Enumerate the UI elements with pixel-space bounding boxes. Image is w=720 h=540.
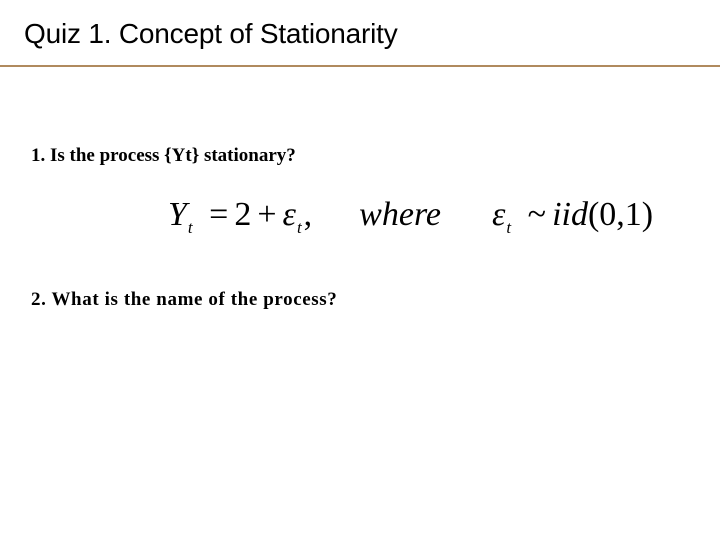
equation-condition-variable: ε <box>492 196 506 233</box>
equation: Yt = 2 + εt, where εt ~ iid(0,1) <box>168 196 654 237</box>
equation-equals: = <box>209 196 229 233</box>
question-1: 1. Is the process {Yt} stationary? <box>31 145 296 166</box>
equation-parameters: (0,1) <box>587 196 654 233</box>
equation-lhs-subscript: t <box>187 218 193 237</box>
slide-title: Quiz 1. Concept of Stationarity <box>24 18 398 49</box>
question-2: 2. What is the name of the process? <box>31 289 338 310</box>
equation-constant: 2 <box>234 196 252 233</box>
equation-error-subscript: t <box>296 218 302 237</box>
equation-condition-subscript: t <box>506 218 512 237</box>
title-divider <box>0 65 720 67</box>
equation-plus: + <box>257 196 277 233</box>
equation-error-variable: ε <box>282 196 296 233</box>
equation-distribution: iid <box>552 196 588 233</box>
equation-where: where <box>359 196 442 233</box>
equation-lhs-variable: Y <box>168 196 187 233</box>
equation-tilde: ~ <box>527 196 547 233</box>
equation-comma: , <box>303 196 313 233</box>
